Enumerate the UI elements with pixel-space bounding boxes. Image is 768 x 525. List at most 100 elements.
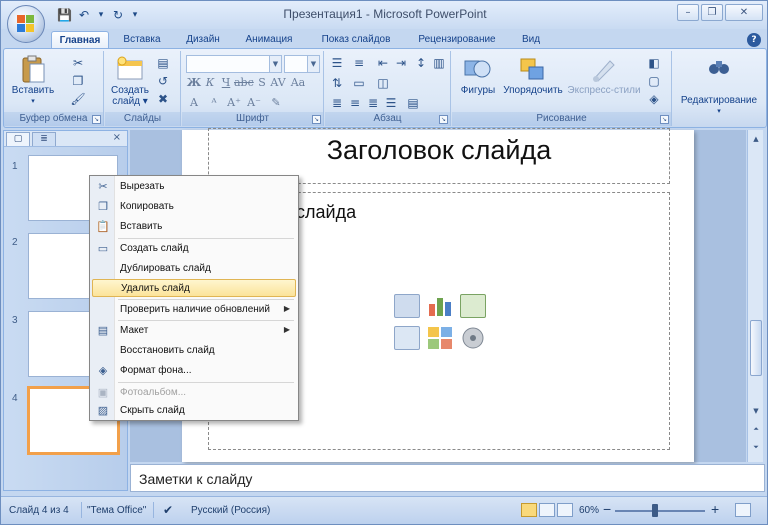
minimize-button[interactable]: – — [677, 4, 699, 21]
menu-item-copy[interactable]: ❐ Копировать — [92, 198, 296, 216]
clear-format-icon[interactable]: ᴬ — [206, 95, 222, 111]
columns-icon[interactable]: ▥ — [431, 55, 447, 71]
quick-styles-button[interactable]: Экспресс-стили — [566, 55, 642, 96]
font-size-combo[interactable]: ▼ — [284, 55, 320, 73]
help-icon[interactable]: ? — [747, 33, 761, 47]
scroll-thumb[interactable] — [750, 320, 762, 376]
scroll-down-icon[interactable]: ▼ — [749, 404, 763, 418]
shape-outline-icon[interactable]: ▢ — [646, 73, 662, 89]
menu-item-hide-slide[interactable]: ▨ Скрыть слайд — [92, 402, 296, 420]
menu-item-photo-album[interactable]: ▣ Фотоальбом... — [92, 384, 296, 402]
paste-button[interactable]: Вставить ▾ — [10, 55, 56, 107]
fit-to-window-icon[interactable] — [735, 503, 751, 517]
align-text-icon[interactable]: ▭ — [351, 75, 367, 91]
underline-icon[interactable]: Ч — [218, 75, 234, 91]
decrease-indent-icon[interactable]: ⇤ — [375, 55, 391, 71]
align-right-icon[interactable]: ≣ — [365, 95, 381, 111]
menu-item-check-updates[interactable]: Проверить наличие обновлений ▶ — [92, 301, 296, 319]
zoom-in-icon[interactable]: + — [711, 501, 719, 517]
font-launcher-icon[interactable]: ↘ — [312, 115, 321, 124]
justify-icon[interactable]: ☰ — [383, 95, 399, 111]
grow-font-icon[interactable]: A⁺ — [226, 95, 242, 111]
tab-view[interactable]: Вид — [513, 31, 549, 49]
menu-item-delete-slide[interactable]: Удалить слайд — [92, 279, 296, 297]
align-left-icon[interactable]: ≣ — [329, 95, 345, 111]
tab-design[interactable]: Дизайн — [177, 31, 229, 49]
menu-item-cut[interactable]: ✂ Вырезать — [92, 178, 296, 196]
italic-icon[interactable]: К — [202, 75, 218, 91]
cut-icon[interactable]: ✂ — [70, 55, 86, 71]
editing-button[interactable]: Редактирование ▾ — [677, 57, 761, 117]
menu-item-paste[interactable]: 📋 Вставить — [92, 218, 296, 236]
reset-icon[interactable]: ↺ — [155, 73, 171, 89]
shape-fill-icon[interactable]: ◧ — [646, 55, 662, 71]
zoom-slider[interactable] — [615, 510, 705, 512]
insert-media-icon[interactable] — [460, 326, 486, 350]
insert-clipart-icon[interactable] — [427, 326, 453, 350]
tab-outline-icon[interactable]: ≣ — [32, 132, 56, 146]
tab-insert[interactable]: Вставка — [115, 31, 169, 49]
normal-view-icon[interactable] — [521, 503, 537, 517]
shapes-button[interactable]: Фигуры — [456, 55, 500, 96]
new-slide-button[interactable]: Создать слайд ▾ — [107, 55, 153, 107]
tab-review[interactable]: Рецензирование — [409, 31, 505, 49]
slideshow-view-icon[interactable] — [557, 503, 573, 517]
smartart-icon[interactable]: ◫ — [375, 75, 391, 91]
close-button[interactable]: ✕ — [725, 4, 763, 21]
line-spacing-icon[interactable]: ↕ — [413, 55, 429, 71]
numbering-icon[interactable]: ≡ — [351, 55, 367, 71]
zoom-slider-knob[interactable] — [652, 504, 658, 517]
drawing-launcher-icon[interactable]: ↘ — [660, 115, 669, 124]
insert-table-icon[interactable] — [394, 294, 420, 318]
arrange-button[interactable]: Упорядочить — [500, 55, 566, 96]
text-direction-icon[interactable]: ⇅ — [329, 75, 345, 91]
tab-slides-icon[interactable]: ▢ — [6, 132, 30, 146]
case-icon[interactable]: Aa — [290, 75, 306, 91]
copy-icon[interactable]: ❐ — [70, 73, 86, 89]
menu-item-duplicate-slide[interactable]: Дублировать слайд — [92, 260, 296, 278]
vertical-scrollbar[interactable]: ▲ ▼ ⏶ ⏷ — [747, 130, 763, 462]
bullets-icon[interactable]: ☰ — [329, 55, 345, 71]
format-background-icon: ◈ — [98, 365, 108, 377]
format-painter-icon[interactable]: 🖌 — [70, 91, 86, 107]
font-color-icon[interactable]: A — [186, 95, 202, 111]
layout-icon[interactable]: ▤ — [155, 55, 171, 71]
office-button[interactable] — [7, 5, 45, 43]
language-indicator[interactable]: Русский (Россия) — [191, 505, 270, 516]
spellcheck-icon[interactable]: ✔ — [163, 503, 173, 517]
tab-slideshow[interactable]: Показ слайдов — [311, 31, 401, 49]
close-pane-icon[interactable]: × — [113, 132, 121, 143]
zoom-level[interactable]: 60% — [579, 505, 599, 516]
insert-picture-icon[interactable] — [394, 326, 420, 350]
shrink-font-icon[interactable]: A⁻ — [246, 95, 262, 111]
align-center-icon[interactable]: ≡ — [347, 95, 363, 111]
menu-item-layout[interactable]: ▤ Макет ▶ — [92, 322, 296, 340]
clipboard-launcher-icon[interactable]: ↘ — [92, 115, 101, 124]
maximize-button[interactable]: ❐ — [701, 4, 723, 21]
strikethrough-icon[interactable]: abc — [234, 75, 254, 91]
previous-slide-icon[interactable]: ⏶ — [749, 422, 763, 436]
distributed-icon[interactable]: ▤ — [405, 95, 421, 111]
spacing-icon[interactable]: AV — [270, 75, 286, 91]
theme-name[interactable]: "Тема Office" — [87, 505, 146, 516]
increase-indent-icon[interactable]: ⇥ — [393, 55, 409, 71]
font-name-combo[interactable]: ▼ — [186, 55, 282, 73]
insert-smartart-icon[interactable] — [460, 294, 486, 318]
next-slide-icon[interactable]: ⏷ — [749, 440, 763, 454]
insert-chart-icon[interactable] — [427, 294, 453, 318]
menu-item-new-slide[interactable]: ▭ Создать слайд — [92, 240, 296, 258]
slide-sorter-view-icon[interactable] — [539, 503, 555, 517]
shape-effects-icon[interactable]: ◈ — [646, 91, 662, 107]
bold-icon[interactable]: Ж — [186, 75, 202, 91]
tab-animation[interactable]: Анимация — [235, 31, 303, 49]
tab-home[interactable]: Главная — [51, 31, 109, 49]
menu-item-format-background[interactable]: ◈ Формат фона... — [92, 362, 296, 380]
menu-item-reset-slide[interactable]: Восстановить слайд — [92, 342, 296, 360]
delete-slide-icon[interactable]: ✖ — [155, 91, 171, 107]
clear-formatting-icon[interactable]: ✎ — [268, 95, 284, 111]
paragraph-launcher-icon[interactable]: ↘ — [439, 115, 448, 124]
shadow-icon[interactable]: S — [254, 75, 270, 91]
scroll-up-icon[interactable]: ▲ — [749, 132, 763, 146]
notes-pane[interactable]: Заметки к слайду — [130, 464, 765, 492]
zoom-out-icon[interactable]: − — [603, 501, 611, 517]
